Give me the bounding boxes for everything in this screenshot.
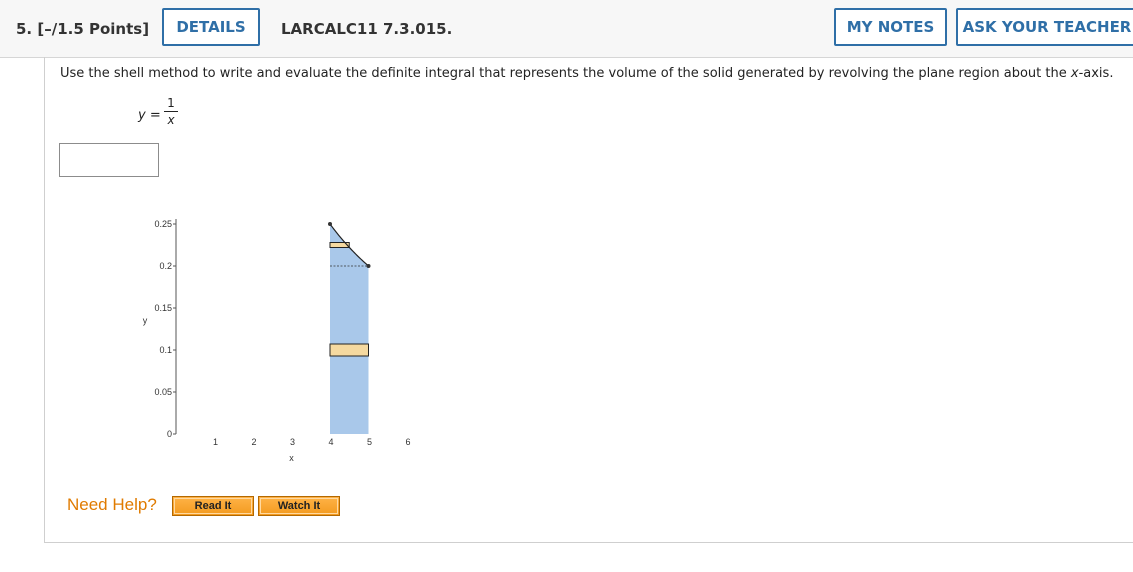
x-tick-label: 1 <box>213 437 218 447</box>
y-axis-label: y <box>143 316 148 326</box>
y-tick-label: 0.1 <box>159 345 172 355</box>
x-axis-label: x <box>289 453 294 463</box>
region-graph: 0 0.05 0.1 0.15 0.2 0.25 1 2 3 4 5 6 x y <box>143 219 411 463</box>
x-tick-label: 5 <box>367 437 372 447</box>
representative-rectangle <box>329 343 369 357</box>
curve-endpoint <box>328 222 332 226</box>
x-tick-label: 4 <box>328 437 333 447</box>
y-tick-label: 0.15 <box>154 303 172 313</box>
y-tick-label: 0.05 <box>154 387 172 397</box>
x-tick-label: 6 <box>405 437 410 447</box>
need-help-label: Need Help? <box>67 495 157 514</box>
shaded-region <box>330 224 369 434</box>
x-tick-label: 2 <box>251 437 256 447</box>
watch-it-button[interactable]: Watch It <box>258 496 340 516</box>
curve-endpoint <box>366 264 371 268</box>
read-it-button[interactable]: Read It <box>172 496 254 516</box>
y-tick-label: 0.25 <box>154 219 172 229</box>
x-tick-label: 3 <box>290 437 295 447</box>
y-tick-label: 0.2 <box>159 261 172 271</box>
y-tick-label: 0 <box>167 429 172 439</box>
